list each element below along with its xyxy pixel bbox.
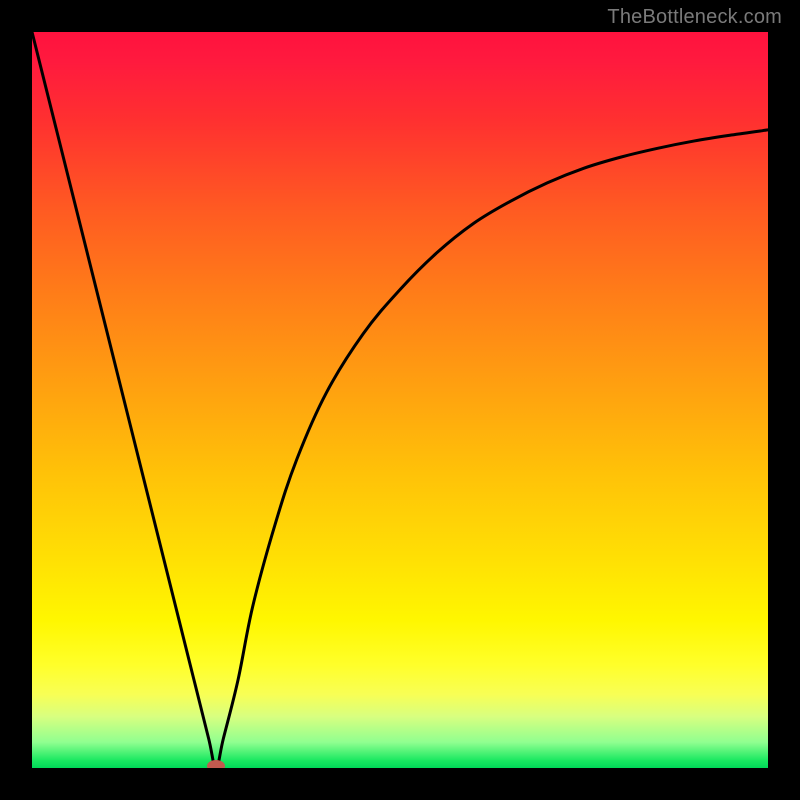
curve-layer <box>32 32 768 768</box>
minimum-marker <box>207 760 225 768</box>
watermark-text: TheBottleneck.com <box>607 6 782 29</box>
chart-frame: TheBottleneck.com <box>0 0 800 800</box>
plot-area <box>32 32 768 768</box>
bottleneck-curve <box>32 32 768 768</box>
